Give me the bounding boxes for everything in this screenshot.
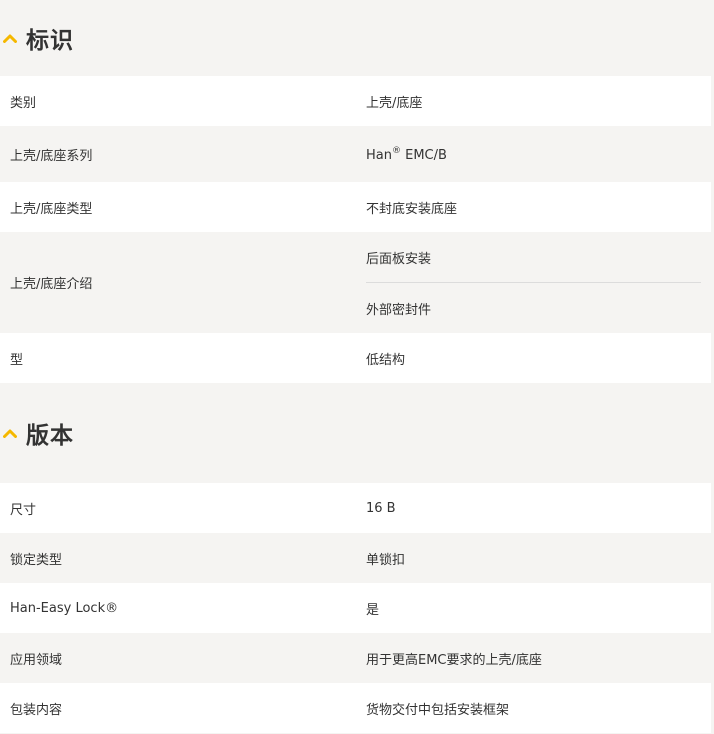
table-row: Han-Easy Lock® 是 xyxy=(0,583,711,633)
row-value: 用于更高EMC要求的上壳/底座 xyxy=(366,652,542,668)
section-header-version[interactable]: 版本 xyxy=(0,383,711,483)
row-value: 是 xyxy=(366,602,380,618)
row-value: 单锁扣 xyxy=(366,552,406,568)
row-label: 尺寸 xyxy=(10,502,37,518)
product-spec-page: 标识 类别 上壳/底座 上壳/底座系列 Han® EMC/B 上壳/底座类型 不… xyxy=(0,0,711,733)
row-label: 上壳/底座类型 xyxy=(10,201,93,217)
row-value: 不封底安装底座 xyxy=(366,201,458,217)
table-row: 上壳/底座类型 不封底安装底座 xyxy=(0,182,711,232)
table-row: 包装内容 货物交付中包括安装框架 xyxy=(0,683,711,733)
row-label: Han-Easy Lock® xyxy=(10,600,119,616)
row-value: Han® EMC/B xyxy=(356,126,711,182)
section-title: 版本 xyxy=(26,423,74,449)
section-title: 标识 xyxy=(26,28,74,54)
chevron-up-icon[interactable] xyxy=(0,423,20,443)
row-value-list: 后面板安装 外部密封件 xyxy=(356,232,711,333)
row-value: 货物交付中包括安装框架 xyxy=(366,702,510,718)
value-suffix: EMC/B xyxy=(400,147,447,163)
section-header-identification[interactable]: 标识 xyxy=(0,0,711,76)
row-label: 上壳/底座系列 xyxy=(10,148,93,164)
registered-mark: ® xyxy=(391,145,401,156)
row-value: 低结构 xyxy=(366,352,406,368)
row-subvalue: 后面板安装 xyxy=(366,251,432,267)
row-label: 包装内容 xyxy=(10,702,63,718)
table-row: 型 低结构 xyxy=(0,333,711,383)
row-value: 16 B xyxy=(366,500,396,516)
row-label: 型 xyxy=(10,352,24,368)
row-label: 类别 xyxy=(10,95,37,111)
table-row: 锁定类型 单锁扣 xyxy=(0,533,711,583)
row-label: 应用领域 xyxy=(10,652,63,668)
row-label: 锁定类型 xyxy=(10,552,63,568)
table-row: 尺寸 16 B xyxy=(0,483,711,533)
row-value: 上壳/底座 xyxy=(366,95,423,111)
table-row: 上壳/底座介绍 后面板安装 外部密封件 xyxy=(0,232,711,333)
table-row: 应用领域 用于更高EMC要求的上壳/底座 xyxy=(0,633,711,683)
table-row: 类别 上壳/底座 xyxy=(0,76,711,126)
table-row: 上壳/底座系列 Han® EMC/B xyxy=(0,126,711,182)
value-prefix: Han xyxy=(366,147,392,163)
chevron-up-icon[interactable] xyxy=(0,28,20,48)
row-label: 上壳/底座介绍 xyxy=(10,277,93,292)
row-subvalue: 外部密封件 xyxy=(366,282,701,333)
